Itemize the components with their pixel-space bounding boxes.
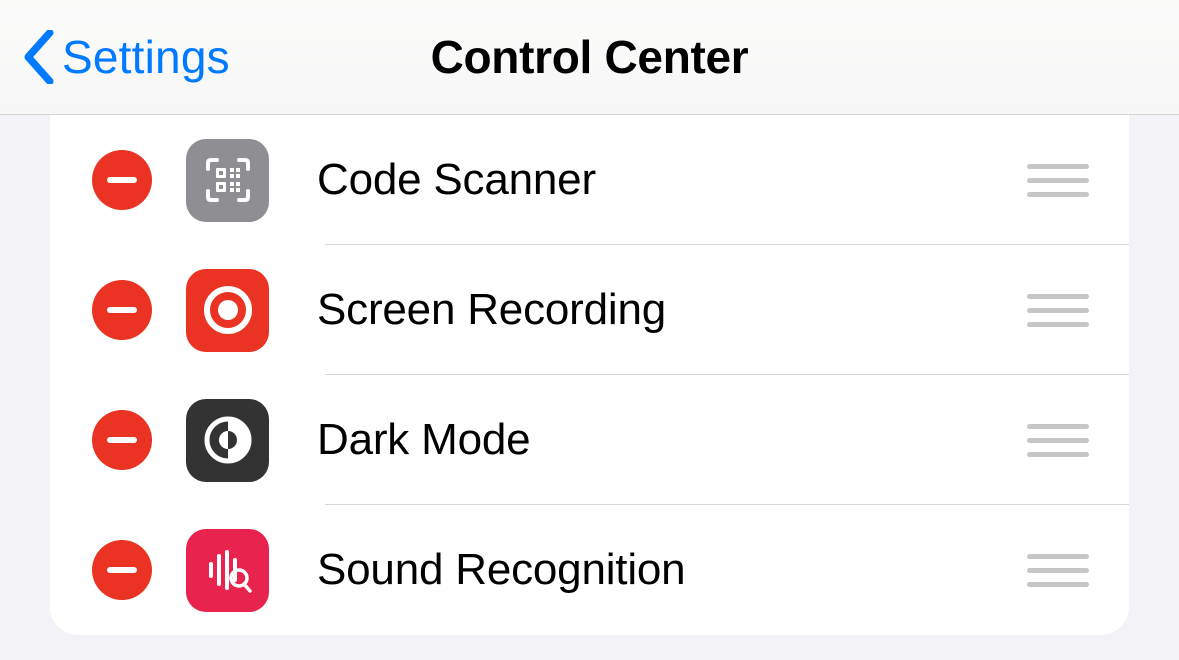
dark-mode-icon [186,399,269,482]
drag-line-icon [1027,192,1089,197]
back-button[interactable]: Settings [22,30,230,84]
control-row-sound-recognition: Sound Recognition [50,505,1129,635]
control-label: Screen Recording [317,285,1027,335]
navigation-bar: Settings Control Center [0,0,1179,115]
remove-button[interactable] [92,540,152,600]
control-row-dark-mode: Dark Mode [50,375,1129,505]
chevron-left-icon [22,30,56,84]
minus-icon [107,307,137,313]
screen-record-icon [186,269,269,352]
back-label: Settings [62,30,230,84]
included-controls-list: Code Scanner Screen Recording [50,115,1129,635]
control-label: Code Scanner [317,155,1027,205]
drag-line-icon [1027,322,1089,327]
drag-line-icon [1027,178,1089,183]
drag-line-icon [1027,452,1089,457]
control-row-code-scanner: Code Scanner [50,115,1129,245]
drag-line-icon [1027,554,1089,559]
drag-line-icon [1027,424,1089,429]
drag-line-icon [1027,582,1089,587]
drag-handle[interactable] [1027,554,1089,587]
control-row-screen-recording: Screen Recording [50,245,1129,375]
content-area: Code Scanner Screen Recording [0,115,1179,635]
drag-line-icon [1027,308,1089,313]
drag-line-icon [1027,568,1089,573]
control-label: Dark Mode [317,415,1027,465]
remove-button[interactable] [92,280,152,340]
remove-button[interactable] [92,150,152,210]
minus-icon [107,567,137,573]
drag-handle[interactable] [1027,424,1089,457]
remove-button[interactable] [92,410,152,470]
drag-line-icon [1027,164,1089,169]
drag-handle[interactable] [1027,294,1089,327]
minus-icon [107,437,137,443]
control-label: Sound Recognition [317,545,1027,595]
drag-line-icon [1027,438,1089,443]
drag-handle[interactable] [1027,164,1089,197]
minus-icon [107,177,137,183]
sound-recognition-icon [186,529,269,612]
drag-line-icon [1027,294,1089,299]
page-title: Control Center [431,30,749,84]
qr-scanner-icon [186,139,269,222]
